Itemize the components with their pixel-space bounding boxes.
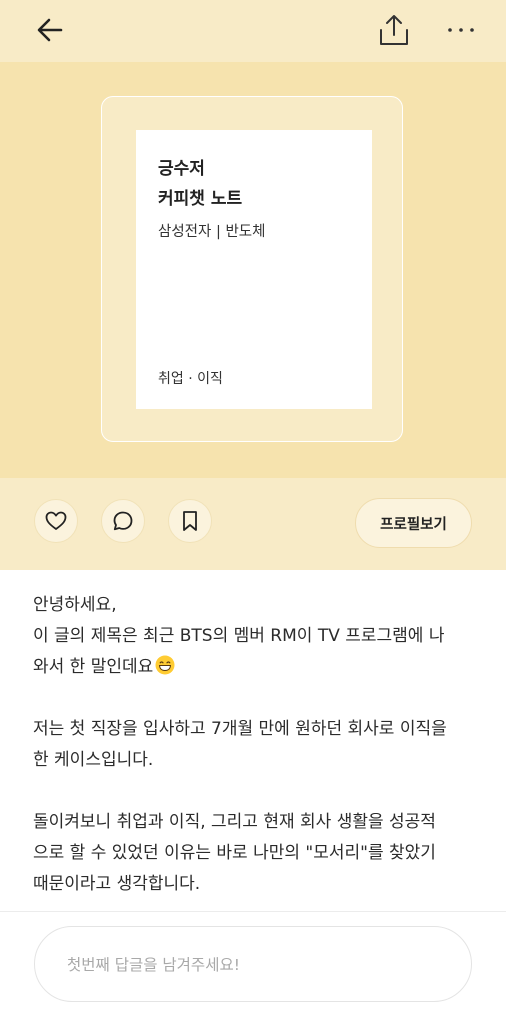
article-paragraph: 안녕하세요, 이 글의 제목은 최근 BTS의 멤버 RM이 TV 프로그램에 … [33, 590, 479, 683]
post-cover: 긍수저 커피챗 노트 삼성전자 | 반도체 취업 · 이직 [0, 62, 506, 478]
arrow-left-icon [37, 18, 63, 42]
share-upload-icon [380, 15, 408, 45]
heart-icon [45, 511, 67, 530]
action-bar: 프로필보기 [0, 478, 506, 570]
bookmark-button[interactable] [168, 499, 212, 543]
cover-card: 긍수저 커피챗 노트 삼성전자 | 반도체 취업 · 이직 [136, 130, 372, 409]
article-line: 와서 한 말인데요 [33, 657, 154, 677]
more-options-button[interactable] [436, 8, 486, 52]
like-button[interactable] [34, 499, 78, 543]
reply-divider [0, 911, 506, 912]
reply-input[interactable] [65, 947, 449, 983]
article-line: 이 글의 제목은 최근 BTS의 멤버 RM이 TV 프로그램에 나 [33, 626, 445, 646]
card-title-line2: 커피챗 노트 [158, 189, 243, 209]
article-line: 한 케이스입니다. [33, 750, 154, 770]
article-paragraph: 돌이켜보니 취업과 이직, 그리고 현재 회사 생활을 성공적 으로 할 수 있… [33, 807, 479, 900]
bookmark-icon [183, 511, 197, 531]
article-line: 저는 첫 직장을 입사하고 7개월 만에 원하던 회사로 이직을 [33, 719, 447, 739]
cover-frame: 긍수저 커피챗 노트 삼성전자 | 반도체 취업 · 이직 [101, 96, 403, 442]
more-horizontal-icon [448, 28, 474, 32]
card-title-line1: 긍수저 [158, 159, 205, 179]
view-profile-button[interactable]: 프로필보기 [355, 498, 472, 548]
article-line: 때문이라고 생각합니다. [33, 874, 201, 894]
article-body: 안녕하세요, 이 글의 제목은 최근 BTS의 멤버 RM이 TV 프로그램에 … [33, 590, 479, 900]
card-subtitle: 삼성전자 | 반도체 [158, 224, 266, 240]
share-button[interactable] [370, 8, 418, 52]
article-line: 안녕하세요, [33, 595, 117, 615]
comment-button[interactable] [101, 499, 145, 543]
comment-icon [113, 511, 133, 531]
article-line: 으로 할 수 있었던 이유는 바로 나만의 "모서리"를 찾았기 [33, 843, 436, 863]
card-category: 취업 · 이직 [158, 371, 223, 387]
card-title: 긍수저 커피챗 노트 [158, 154, 358, 214]
top-app-bar [0, 0, 506, 62]
grinning-face-emoji [155, 655, 175, 675]
article-line: 돌이켜보니 취업과 이직, 그리고 현재 회사 생활을 성공적 [33, 812, 436, 832]
back-button[interactable] [26, 10, 74, 50]
article-paragraph: 저는 첫 직장을 입사하고 7개월 만에 원하던 회사로 이직을 한 케이스입니… [33, 714, 479, 776]
reply-box[interactable] [34, 926, 472, 1002]
